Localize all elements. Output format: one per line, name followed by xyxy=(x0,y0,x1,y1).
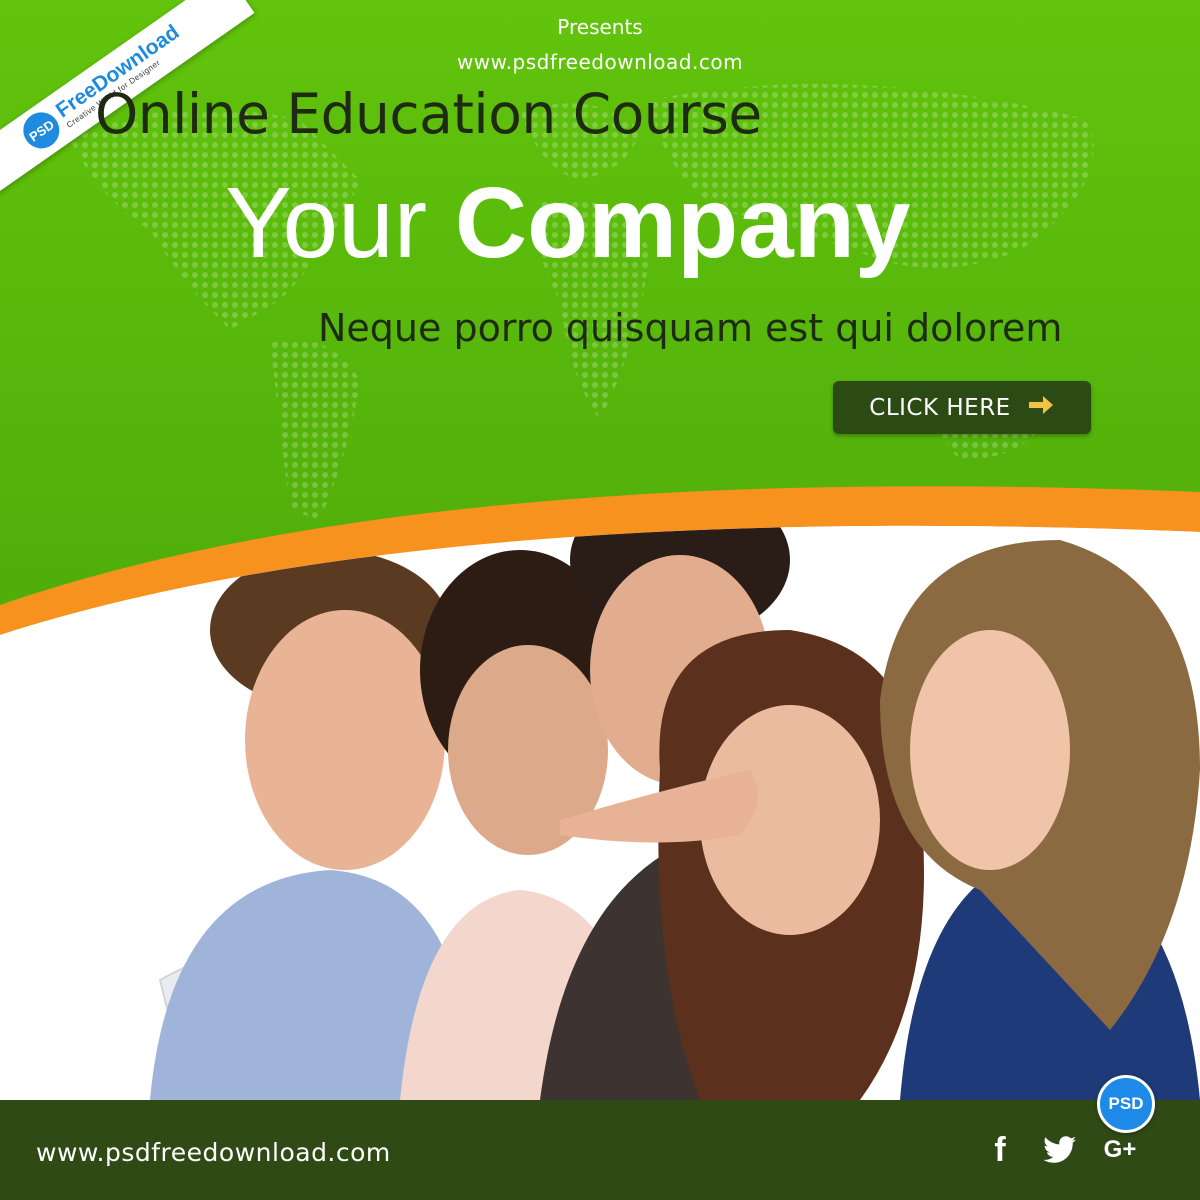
click-here-button[interactable]: CLICK HERE xyxy=(833,381,1091,434)
twitter-bird-icon[interactable] xyxy=(1038,1130,1082,1170)
headline: Your Company xyxy=(225,168,910,278)
psd-badge-icon: PSD xyxy=(1097,1075,1155,1133)
footer-bar: www.psdfreedownload.com f G+ xyxy=(0,1100,1200,1200)
headline-light: Your xyxy=(225,167,428,279)
footer-url[interactable]: www.psdfreedownload.com xyxy=(36,1138,391,1167)
tagline: Neque porro quisquam est qui dolorem xyxy=(318,306,1063,350)
arrow-right-icon xyxy=(1027,394,1055,421)
headline-bold: Company xyxy=(454,167,911,279)
google-plus-icon[interactable]: G+ xyxy=(1098,1130,1142,1170)
students-photo xyxy=(0,525,1200,1100)
click-here-label: CLICK HERE xyxy=(869,394,1011,421)
course-title: Online Education Course xyxy=(95,82,762,146)
presents-label: Presents xyxy=(557,15,643,39)
facebook-icon[interactable]: f xyxy=(978,1130,1022,1170)
ad-banner: PSD FreeDownload Creative World for Desi… xyxy=(0,0,1200,1200)
header-url[interactable]: www.psdfreedownload.com xyxy=(0,50,1200,74)
